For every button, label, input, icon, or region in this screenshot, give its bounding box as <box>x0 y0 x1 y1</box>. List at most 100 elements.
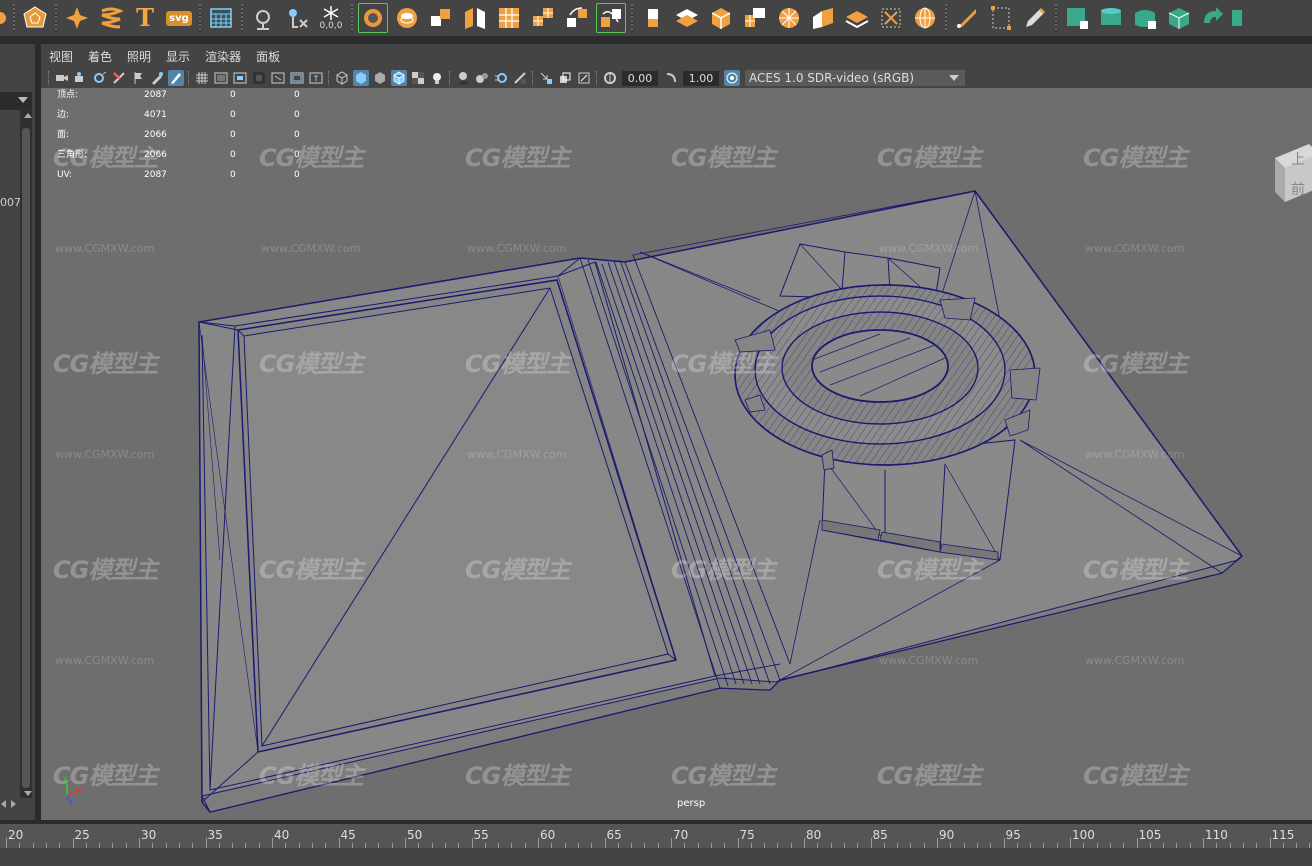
xray-icon[interactable] <box>557 70 573 86</box>
motion-blur-icon[interactable] <box>493 70 509 86</box>
bookmark-icon[interactable] <box>92 70 108 86</box>
color-space-dropdown[interactable]: ACES 1.0 SDR-video (sRGB) <box>745 70 965 86</box>
select-camera-icon[interactable] <box>54 70 70 86</box>
menu-shading[interactable]: 着色 <box>88 48 112 65</box>
isolate-select-icon[interactable] <box>538 70 554 86</box>
grid-icon[interactable] <box>194 70 210 86</box>
uv-square-icon[interactable] <box>1062 3 1092 33</box>
time-slider[interactable]: 20 25 30 35 40 45 50 55 60 65 70 75 80 85 90 95 100 105 11… <box>0 824 1312 848</box>
text-tool-icon[interactable]: T <box>130 3 160 33</box>
uv-unfold-icon[interactable] <box>1198 3 1228 33</box>
shelf-arrow-icon[interactable] <box>0 3 8 33</box>
flatten-icon[interactable] <box>842 3 872 33</box>
fill-hole-icon[interactable] <box>740 3 770 33</box>
viewcube-top-label[interactable]: 上 <box>1291 152 1305 168</box>
shelf-separator <box>351 4 353 32</box>
safe-title-icon[interactable] <box>308 70 324 86</box>
timeline-frame-label: 40 <box>274 828 290 842</box>
watermark-logo: CG模型主 <box>259 144 364 172</box>
scroll-left-icon[interactable] <box>1 800 6 808</box>
reduce-mesh-icon[interactable] <box>528 3 558 33</box>
image-plane-icon[interactable] <box>111 70 127 86</box>
timeline-tick <box>405 838 406 848</box>
film-gate-icon[interactable] <box>213 70 229 86</box>
watermark-url: www.CGMXW.com <box>55 654 155 667</box>
safe-action-icon[interactable] <box>289 70 305 86</box>
book-model[interactable] <box>198 190 1244 813</box>
lights-icon[interactable] <box>429 70 445 86</box>
viewport-panel: 视图 着色 照明 显示 渲染器 面板 0.00 1.00 ACES 1.0 SD… <box>41 44 1312 820</box>
texture-icon[interactable] <box>410 70 426 86</box>
helix-icon[interactable] <box>96 3 126 33</box>
separate-icon[interactable] <box>460 3 490 33</box>
target-weld-icon[interactable] <box>876 3 906 33</box>
edit-pencil-icon[interactable] <box>1020 3 1050 33</box>
gamma-icon[interactable] <box>663 70 679 86</box>
wireframe-mode-icon[interactable] <box>334 70 350 86</box>
mirror-icon[interactable] <box>562 3 592 33</box>
range-slider[interactable] <box>0 848 1312 866</box>
snowflake-icon[interactable]: 0,0,0 <box>316 3 346 33</box>
uv-layout-icon[interactable] <box>1232 3 1242 33</box>
slide-edge-icon[interactable] <box>808 3 838 33</box>
color-management-icon[interactable] <box>723 70 740 86</box>
platonic-solid-icon[interactable] <box>20 3 50 33</box>
mirror-geometry-icon[interactable] <box>596 3 626 33</box>
menu-lighting[interactable]: 照明 <box>127 48 151 65</box>
scroll-right-icon[interactable] <box>11 800 16 808</box>
locator-delete-icon[interactable] <box>282 3 312 33</box>
default-material-icon[interactable] <box>372 70 388 86</box>
combine-icon[interactable] <box>426 3 456 33</box>
multi-cut-icon[interactable] <box>774 3 804 33</box>
bevel-icon[interactable] <box>706 3 736 33</box>
timeline-tick <box>604 838 606 848</box>
layer-disc-icon[interactable] <box>392 3 422 33</box>
camera-attributes-icon[interactable] <box>73 70 89 86</box>
uv-cube-icon[interactable] <box>1164 3 1194 33</box>
timeline-frame-label: 115 <box>1271 828 1295 842</box>
smooth-shade-icon[interactable] <box>352 70 369 86</box>
uv-sphere-icon[interactable] <box>1130 3 1160 33</box>
menu-renderer[interactable]: 渲染器 <box>205 48 241 65</box>
anti-aliasing-icon[interactable] <box>512 70 528 86</box>
bridge-icon[interactable] <box>672 3 702 33</box>
sparkle-icon[interactable] <box>62 3 92 33</box>
3d-viewport[interactable]: CG模型主 CG模型主 CG模型主 CG模型主 CG模型主 CG模型主 www.… <box>41 88 1312 820</box>
extrude-icon[interactable] <box>638 3 668 33</box>
flag-icon[interactable] <box>130 70 146 86</box>
exposure-icon[interactable] <box>602 70 618 86</box>
view-cube[interactable]: 上 前 <box>1271 140 1312 206</box>
viewcube-front-label[interactable]: 前 <box>1291 181 1305 198</box>
left-scrollbar-thumb[interactable] <box>22 128 30 788</box>
sphere-uv-icon[interactable] <box>910 3 940 33</box>
field-chart-icon[interactable] <box>270 70 286 86</box>
measure-icon[interactable] <box>248 3 278 33</box>
gamma-field[interactable]: 1.00 <box>683 70 719 86</box>
uv-cylinder-icon[interactable] <box>1096 3 1126 33</box>
smooth-mesh-icon[interactable] <box>494 3 524 33</box>
watermark-url: www.CGMXW.com <box>467 448 567 461</box>
xray-joints-icon[interactable] <box>576 70 592 86</box>
pen-tool-icon[interactable] <box>952 3 982 33</box>
grease-pencil-icon[interactable] <box>149 70 165 86</box>
hud-value: 2087 <box>144 90 167 100</box>
resolution-gate-icon[interactable] <box>232 70 248 86</box>
grid-window-icon[interactable] <box>206 3 236 33</box>
ambient-occlusion-icon[interactable] <box>474 70 490 86</box>
shelf-separator <box>241 4 243 32</box>
svg-tool-icon[interactable]: svg <box>164 3 194 33</box>
wireframe-on-shaded-icon[interactable] <box>390 70 407 86</box>
menu-view[interactable]: 视图 <box>49 48 73 65</box>
shadows-icon[interactable] <box>455 70 471 86</box>
scroll-down-icon[interactable] <box>24 791 32 796</box>
top-divider <box>0 36 1312 44</box>
scroll-up-icon[interactable] <box>24 113 32 118</box>
gate-mask-icon[interactable] <box>251 70 267 86</box>
exposure-field[interactable]: 0.00 <box>622 70 658 86</box>
watermark-logo: CG模型主 <box>671 556 776 584</box>
menu-show[interactable]: 显示 <box>166 48 190 65</box>
bounding-box-icon[interactable] <box>986 3 1016 33</box>
menu-panels[interactable]: 面板 <box>256 48 280 65</box>
lasso-select-icon[interactable] <box>358 3 388 33</box>
wireframe-pen-icon[interactable] <box>167 70 184 86</box>
